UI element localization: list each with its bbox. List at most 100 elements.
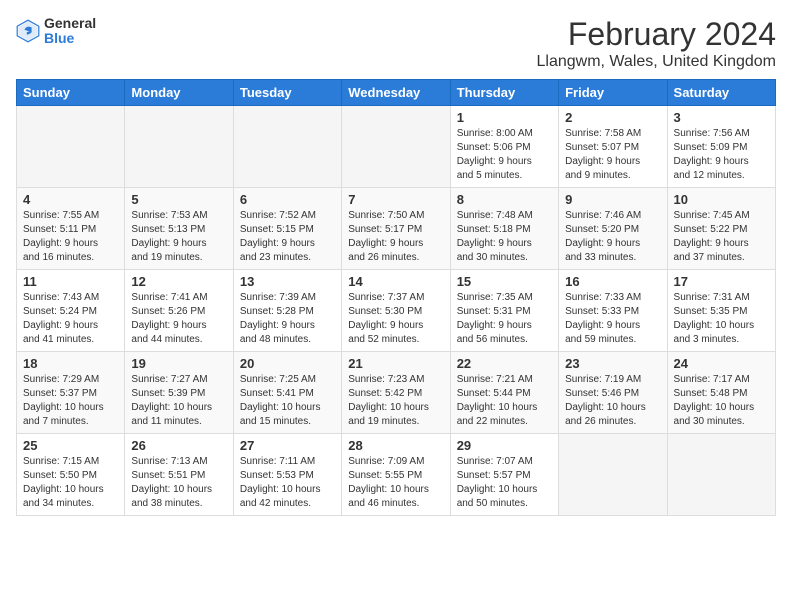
calendar-cell: 2 Sunrise: 7:58 AM Sunset: 5:07 PM Daylig… — [559, 106, 667, 188]
day-info: Sunrise: 7:15 AM Sunset: 5:50 PM Dayligh… — [23, 455, 118, 511]
calendar-table: SundayMondayTuesdayWednesdayThursdayFrid… — [16, 79, 776, 516]
header-day-friday: Friday — [559, 80, 667, 106]
calendar-cell: 15 Sunrise: 7:35 AM Sunset: 5:31 PM Dayli… — [450, 270, 558, 352]
calendar-cell: 17 Sunrise: 7:31 AM Sunset: 5:35 PM Dayli… — [667, 270, 775, 352]
day-number: 18 — [23, 356, 118, 371]
day-info: Sunrise: 8:00 AM Sunset: 5:06 PM Dayligh… — [457, 127, 552, 183]
calendar-cell: 22 Sunrise: 7:21 AM Sunset: 5:44 PM Dayli… — [450, 352, 558, 434]
calendar-cell: 7Sunrise: 7:50 AM Sunset: 5:17 PM Daylig… — [342, 188, 450, 270]
title-block: February 2024 Llangwm, Wales, United Kin… — [536, 16, 776, 71]
calendar-cell: 18 Sunrise: 7:29 AM Sunset: 5:37 PM Dayli… — [17, 352, 125, 434]
calendar-cell: 28 Sunrise: 7:09 AM Sunset: 5:55 PM Dayli… — [342, 434, 450, 516]
header-day-wednesday: Wednesday — [342, 80, 450, 106]
day-number: 2 — [565, 110, 660, 125]
day-info: Sunrise: 7:48 AM Sunset: 5:18 PM Dayligh… — [457, 209, 552, 265]
day-number: 19 — [131, 356, 226, 371]
logo-icon — [16, 19, 40, 43]
calendar-cell: 27 Sunrise: 7:11 AM Sunset: 5:53 PM Dayli… — [233, 434, 341, 516]
calendar-cell: 9 Sunrise: 7:46 AM Sunset: 5:20 PM Daylig… — [559, 188, 667, 270]
calendar-cell: 6Sunrise: 7:52 AM Sunset: 5:15 PM Daylig… — [233, 188, 341, 270]
day-info: Sunrise: 7:33 AM Sunset: 5:33 PM Dayligh… — [565, 291, 660, 347]
day-info: Sunrise: 7:58 AM Sunset: 5:07 PM Dayligh… — [565, 127, 660, 183]
calendar-cell: 11 Sunrise: 7:43 AM Sunset: 5:24 PM Dayli… — [17, 270, 125, 352]
calendar-cell: 21 Sunrise: 7:23 AM Sunset: 5:42 PM Dayli… — [342, 352, 450, 434]
page-container: General Blue February 2024 Llangwm, Wale… — [16, 16, 776, 516]
day-info: Sunrise: 7:37 AM Sunset: 5:30 PM Dayligh… — [348, 291, 443, 347]
day-number: 10 — [674, 192, 769, 207]
calendar-header-row: SundayMondayTuesdayWednesdayThursdayFrid… — [17, 80, 776, 106]
day-info: Sunrise: 7:29 AM Sunset: 5:37 PM Dayligh… — [23, 373, 118, 429]
logo-text: General Blue — [44, 16, 96, 47]
day-number: 24 — [674, 356, 769, 371]
header-day-thursday: Thursday — [450, 80, 558, 106]
day-info: Sunrise: 7:11 AM Sunset: 5:53 PM Dayligh… — [240, 455, 335, 511]
day-number: 29 — [457, 438, 552, 453]
day-number: 22 — [457, 356, 552, 371]
day-number: 17 — [674, 274, 769, 289]
calendar-week-4: 18 Sunrise: 7:29 AM Sunset: 5:37 PM Dayli… — [17, 352, 776, 434]
day-info: Sunrise: 7:53 AM Sunset: 5:13 PM Dayligh… — [131, 209, 226, 265]
calendar-cell: 16 Sunrise: 7:33 AM Sunset: 5:33 PM Dayli… — [559, 270, 667, 352]
day-info: Sunrise: 7:31 AM Sunset: 5:35 PM Dayligh… — [674, 291, 769, 347]
logo-general-text: General — [44, 16, 96, 31]
day-number: 11 — [23, 274, 118, 289]
day-info: Sunrise: 7:52 AM Sunset: 5:15 PM Dayligh… — [240, 209, 335, 265]
header-day-monday: Monday — [125, 80, 233, 106]
day-number: 28 — [348, 438, 443, 453]
day-info: Sunrise: 7:23 AM Sunset: 5:42 PM Dayligh… — [348, 373, 443, 429]
calendar-week-1: 1 Sunrise: 8:00 AM Sunset: 5:06 PM Daylig… — [17, 106, 776, 188]
calendar-cell: 20 Sunrise: 7:25 AM Sunset: 5:41 PM Dayli… — [233, 352, 341, 434]
calendar-cell: 1 Sunrise: 8:00 AM Sunset: 5:06 PM Daylig… — [450, 106, 558, 188]
day-number: 25 — [23, 438, 118, 453]
day-number: 20 — [240, 356, 335, 371]
calendar-cell: 13 Sunrise: 7:39 AM Sunset: 5:28 PM Dayli… — [233, 270, 341, 352]
day-number: 9 — [565, 192, 660, 207]
day-number: 15 — [457, 274, 552, 289]
calendar-cell: 10 Sunrise: 7:45 AM Sunset: 5:22 PM Dayli… — [667, 188, 775, 270]
day-info: Sunrise: 7:21 AM Sunset: 5:44 PM Dayligh… — [457, 373, 552, 429]
day-info: Sunrise: 7:09 AM Sunset: 5:55 PM Dayligh… — [348, 455, 443, 511]
calendar-week-3: 11 Sunrise: 7:43 AM Sunset: 5:24 PM Dayli… — [17, 270, 776, 352]
day-number: 1 — [457, 110, 552, 125]
calendar-cell — [559, 434, 667, 516]
day-number: 23 — [565, 356, 660, 371]
calendar-week-5: 25 Sunrise: 7:15 AM Sunset: 5:50 PM Dayli… — [17, 434, 776, 516]
day-number: 3 — [674, 110, 769, 125]
calendar-cell — [667, 434, 775, 516]
header-day-saturday: Saturday — [667, 80, 775, 106]
calendar-cell: 12 Sunrise: 7:41 AM Sunset: 5:26 PM Dayli… — [125, 270, 233, 352]
day-info: Sunrise: 7:07 AM Sunset: 5:57 PM Dayligh… — [457, 455, 552, 511]
day-number: 27 — [240, 438, 335, 453]
day-info: Sunrise: 7:56 AM Sunset: 5:09 PM Dayligh… — [674, 127, 769, 183]
day-info: Sunrise: 7:19 AM Sunset: 5:46 PM Dayligh… — [565, 373, 660, 429]
day-info: Sunrise: 7:41 AM Sunset: 5:26 PM Dayligh… — [131, 291, 226, 347]
calendar-cell: 3 Sunrise: 7:56 AM Sunset: 5:09 PM Daylig… — [667, 106, 775, 188]
day-info: Sunrise: 7:17 AM Sunset: 5:48 PM Dayligh… — [674, 373, 769, 429]
day-info: Sunrise: 7:43 AM Sunset: 5:24 PM Dayligh… — [23, 291, 118, 347]
calendar-cell: 19 Sunrise: 7:27 AM Sunset: 5:39 PM Dayli… — [125, 352, 233, 434]
day-number: 12 — [131, 274, 226, 289]
day-info: Sunrise: 7:45 AM Sunset: 5:22 PM Dayligh… — [674, 209, 769, 265]
day-info: Sunrise: 7:13 AM Sunset: 5:51 PM Dayligh… — [131, 455, 226, 511]
day-number: 7 — [348, 192, 443, 207]
day-number: 16 — [565, 274, 660, 289]
day-info: Sunrise: 7:25 AM Sunset: 5:41 PM Dayligh… — [240, 373, 335, 429]
day-info: Sunrise: 7:35 AM Sunset: 5:31 PM Dayligh… — [457, 291, 552, 347]
day-number: 13 — [240, 274, 335, 289]
day-number: 21 — [348, 356, 443, 371]
header: General Blue February 2024 Llangwm, Wale… — [16, 16, 776, 71]
day-info: Sunrise: 7:46 AM Sunset: 5:20 PM Dayligh… — [565, 209, 660, 265]
day-number: 5 — [131, 192, 226, 207]
header-day-sunday: Sunday — [17, 80, 125, 106]
calendar-cell: 14 Sunrise: 7:37 AM Sunset: 5:30 PM Dayli… — [342, 270, 450, 352]
day-info: Sunrise: 7:39 AM Sunset: 5:28 PM Dayligh… — [240, 291, 335, 347]
logo-blue-text: Blue — [44, 31, 96, 46]
page-title: February 2024 — [536, 16, 776, 53]
day-number: 4 — [23, 192, 118, 207]
day-number: 14 — [348, 274, 443, 289]
day-info: Sunrise: 7:27 AM Sunset: 5:39 PM Dayligh… — [131, 373, 226, 429]
logo: General Blue — [16, 16, 96, 47]
header-day-tuesday: Tuesday — [233, 80, 341, 106]
calendar-cell — [342, 106, 450, 188]
calendar-cell: 4Sunrise: 7:55 AM Sunset: 5:11 PM Daylig… — [17, 188, 125, 270]
